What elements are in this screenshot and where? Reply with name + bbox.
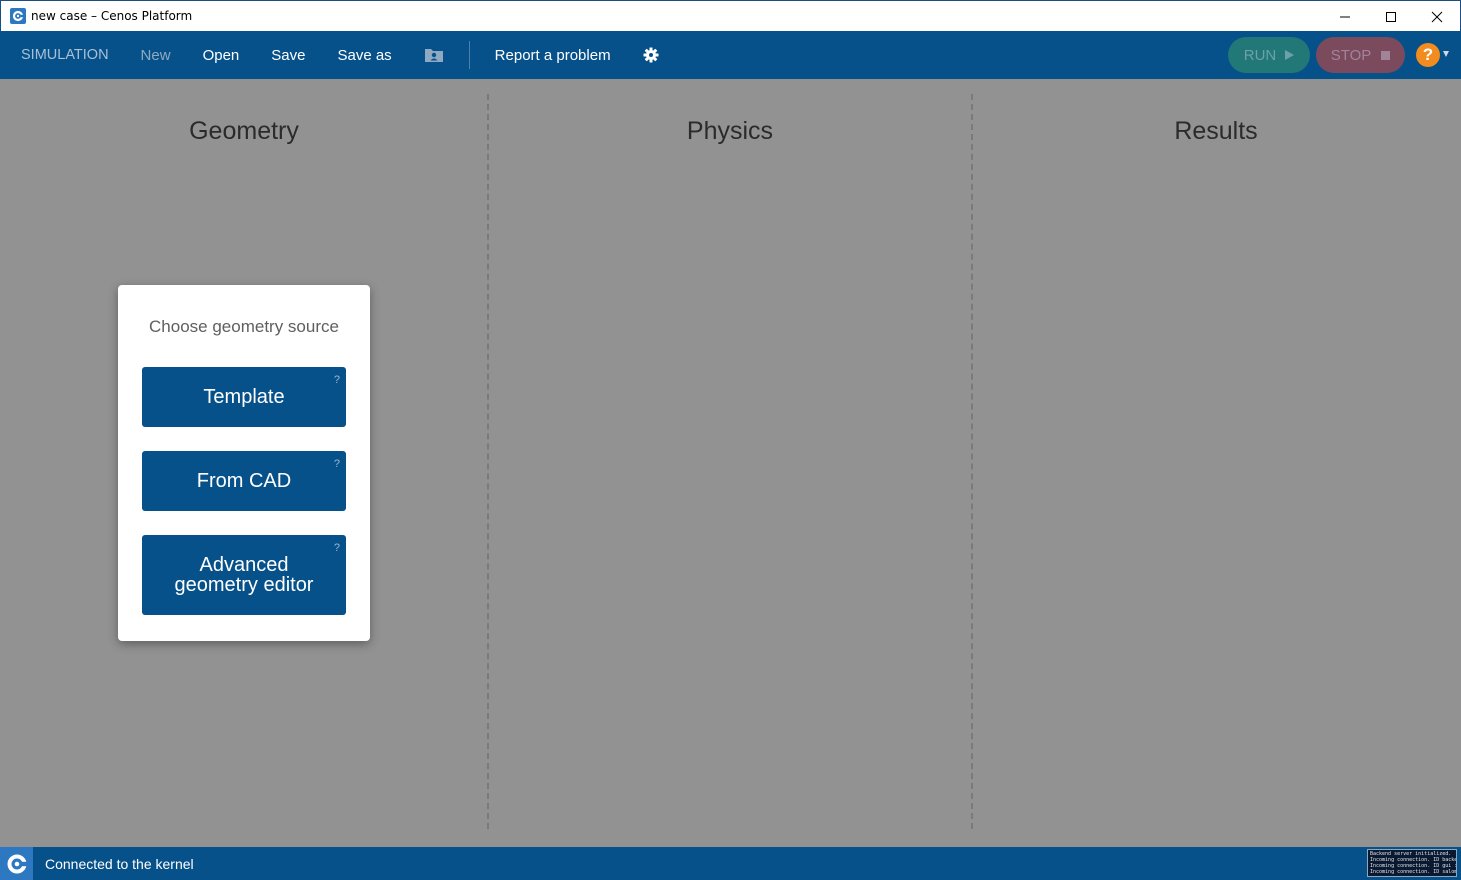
geometry-source-card: Choose geometry source Template ? From C… [118, 285, 370, 641]
maximize-button[interactable] [1368, 1, 1414, 32]
geometry-column-title: Geometry [189, 117, 299, 145]
column-divider [487, 94, 489, 829]
from-cad-help-icon[interactable]: ? [334, 454, 340, 474]
report-problem-button[interactable]: Report a problem [479, 31, 627, 79]
advanced-help-icon[interactable]: ? [334, 538, 340, 558]
cenos-logo-icon [0, 847, 33, 880]
card-title: Choose geometry source [149, 317, 339, 336]
connection-status: Connected to the kernel [45, 855, 194, 872]
stop-label: STOP [1330, 46, 1372, 64]
folder-user-icon [424, 49, 443, 62]
window-titlebar: new case – Cenos Platform [0, 0, 1461, 31]
kernel-console-preview[interactable]: Backend server initialized. Incoming con… [1367, 849, 1457, 877]
close-button[interactable] [1414, 1, 1460, 32]
settings-button[interactable] [627, 31, 675, 79]
from-cad-label: From CAD [196, 470, 292, 492]
run-label: RUN [1243, 46, 1277, 64]
console-line: Incoming connection. ID salom [1370, 869, 1457, 875]
open-button[interactable]: Open [187, 31, 256, 79]
advanced-geometry-editor-button[interactable]: Advanced geometry editor ? [142, 535, 346, 615]
advanced-label-line1: Advanced [199, 554, 289, 576]
maximize-icon [1386, 11, 1396, 22]
stop-icon [1381, 50, 1391, 60]
template-button[interactable]: Template ? [142, 367, 346, 427]
save-button[interactable]: Save [255, 31, 321, 79]
stop-button[interactable]: STOP [1316, 37, 1405, 73]
save-as-button[interactable]: Save as [321, 31, 407, 79]
toolbar-divider [468, 41, 470, 69]
minimize-button[interactable] [1322, 1, 1368, 32]
window-title: new case – Cenos Platform [31, 9, 193, 23]
main-toolbar: SIMULATION New Open Save Save as Report … [0, 31, 1461, 79]
status-bar: Connected to the kernel Backend server i… [0, 847, 1461, 880]
play-icon [1285, 50, 1295, 60]
results-column-title: Results [1174, 117, 1258, 145]
minimize-icon [1340, 16, 1350, 17]
help-button[interactable]: ? [1416, 43, 1440, 67]
new-button[interactable]: New [125, 31, 187, 79]
template-help-icon[interactable]: ? [334, 370, 340, 390]
template-label: Template [203, 386, 285, 408]
run-button[interactable]: RUN [1228, 37, 1310, 73]
gear-icon [643, 47, 659, 63]
cenos-app-icon [10, 8, 26, 24]
case-folder-button[interactable] [408, 31, 460, 79]
from-cad-button[interactable]: From CAD ? [142, 451, 346, 511]
simulation-menu[interactable]: SIMULATION [0, 31, 125, 79]
column-divider [971, 94, 973, 829]
advanced-label-line2: geometry editor [174, 574, 314, 596]
close-icon [1431, 11, 1443, 22]
physics-column-title: Physics [686, 117, 774, 145]
help-dropdown-icon[interactable] [1443, 51, 1449, 57]
